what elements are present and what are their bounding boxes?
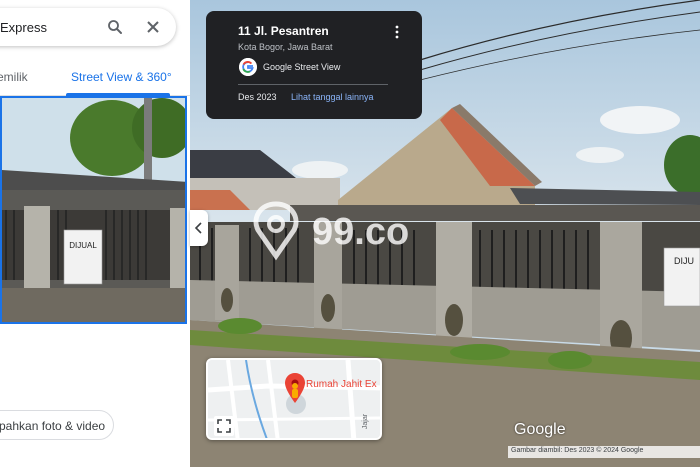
location-info-card: 11 Jl. Pesantren Kota Bogor, Jawa Barat … (206, 11, 422, 119)
more-vert-icon[interactable] (392, 25, 402, 39)
side-panel: Express emilik Street View & 360° DIJUAL… (0, 0, 190, 467)
google-logo: Google (514, 421, 566, 438)
pegman-icon[interactable] (289, 382, 301, 402)
attribution-bar: Gambar diambil: Des 2023 © 2024 Google (508, 446, 700, 458)
street-view-thumbnail[interactable]: DIJUAL (0, 96, 187, 324)
location-subtitle: Kota Bogor, Jawa Barat (238, 42, 333, 52)
fullscreen-icon (217, 419, 231, 433)
provider-label: Google Street View (263, 62, 341, 72)
add-photo-button[interactable]: pahkan foto & video (0, 410, 114, 440)
watermark-text: 99.co (312, 211, 409, 253)
search-input[interactable]: Express (0, 20, 47, 35)
tab-street-view[interactable]: Street View & 360° (71, 70, 172, 84)
maps-window: Express emilik Street View & 360° DIJUAL… (0, 0, 700, 467)
mini-map-place-label: Rumah Jahit Ex (306, 379, 377, 390)
search-icon[interactable] (106, 18, 124, 36)
mini-map[interactable]: Rumah Jahit Ex Jajar (206, 358, 382, 440)
thumbnail-sign: DIJUAL (69, 241, 97, 250)
thumbnail-image: DIJUAL (2, 98, 185, 322)
tab-bar: emilik Street View & 360° (0, 60, 190, 96)
chevron-left-icon (194, 222, 202, 234)
search-box[interactable]: Express (0, 8, 176, 46)
collapse-panel-button[interactable] (190, 210, 208, 246)
capture-date: Des 2023 (238, 92, 277, 102)
location-title: 11 Jl. Pesantren (238, 24, 329, 38)
tab-owner[interactable]: emilik (0, 70, 28, 84)
google-g-icon (239, 58, 257, 76)
expand-map-button[interactable] (214, 416, 234, 436)
close-icon[interactable] (146, 20, 160, 34)
attribution-text: Gambar diambil: Des 2023 © 2024 Google (511, 447, 644, 454)
add-photo-label: pahkan foto & video (0, 419, 106, 433)
sign-right: DIJU (674, 256, 694, 266)
see-more-dates-link[interactable]: Lihat tanggal lainnya (291, 92, 374, 102)
watermark-logo: 99.co (253, 201, 409, 261)
mini-map-road-label: Jajar (362, 413, 370, 430)
card-divider (238, 84, 388, 85)
